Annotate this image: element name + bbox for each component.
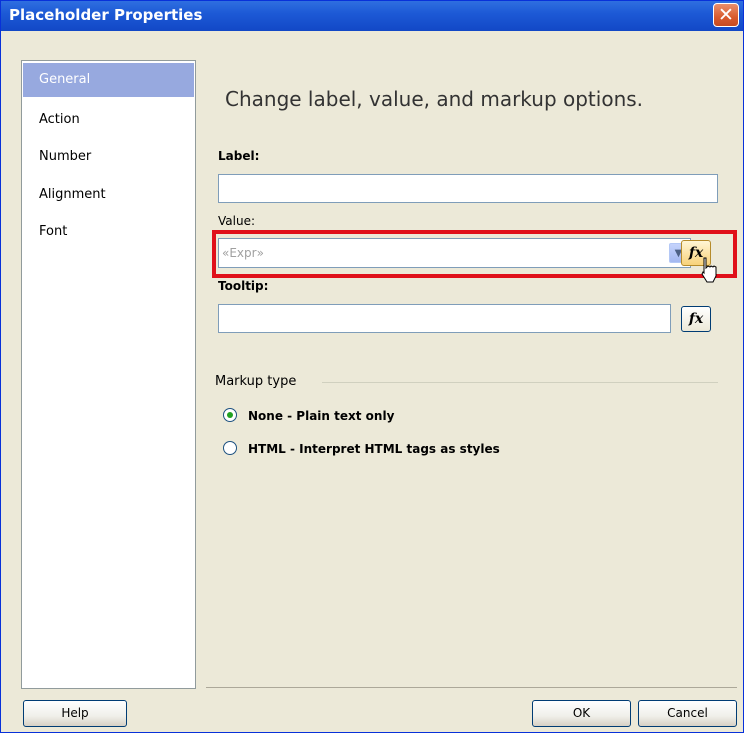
- general-panel: Change label, value, and markup options.…: [206, 60, 736, 689]
- markup-type-label: Markup type: [215, 374, 297, 389]
- value-field-highlight: [212, 230, 737, 278]
- window-title: Placeholder Properties: [9, 6, 203, 24]
- markup-html-label[interactable]: HTML - Interpret HTML tags as styles: [248, 442, 500, 456]
- value-field-label: Value:: [218, 214, 255, 228]
- close-icon: ✕: [718, 4, 734, 26]
- ok-button[interactable]: OK: [532, 700, 631, 727]
- mouse-cursor-icon: [701, 257, 717, 283]
- dialog-window: Placeholder Properties ✕ General Action …: [0, 0, 744, 733]
- sidebar-item-general[interactable]: General: [23, 63, 194, 97]
- sidebar-item-alignment[interactable]: Alignment: [23, 178, 194, 212]
- tooltip-input[interactable]: [218, 304, 671, 333]
- markup-none-radio[interactable]: [223, 408, 237, 422]
- help-button[interactable]: Help: [23, 700, 127, 727]
- markup-none-label[interactable]: None - Plain text only: [248, 409, 394, 423]
- tooltip-field-label: Tooltip:: [218, 279, 269, 293]
- sidebar-nav: General Action Number Alignment Font: [21, 60, 196, 689]
- markup-html-radio[interactable]: [223, 441, 237, 455]
- label-field-label: Label:: [218, 149, 260, 163]
- cancel-button[interactable]: Cancel: [638, 700, 737, 727]
- sidebar-item-number[interactable]: Number: [23, 140, 194, 174]
- group-divider: [322, 382, 718, 383]
- page-title: Change label, value, and markup options.: [225, 87, 644, 111]
- tooltip-expression-button[interactable]: fx: [681, 306, 711, 332]
- sidebar-item-action[interactable]: Action: [23, 103, 194, 137]
- footer-divider: [206, 687, 737, 688]
- close-button[interactable]: ✕: [713, 3, 739, 27]
- sidebar-item-font[interactable]: Font: [23, 215, 194, 249]
- label-input[interactable]: [218, 174, 718, 203]
- expression-fx-icon: fx: [688, 311, 704, 327]
- title-bar[interactable]: Placeholder Properties ✕: [1, 1, 743, 31]
